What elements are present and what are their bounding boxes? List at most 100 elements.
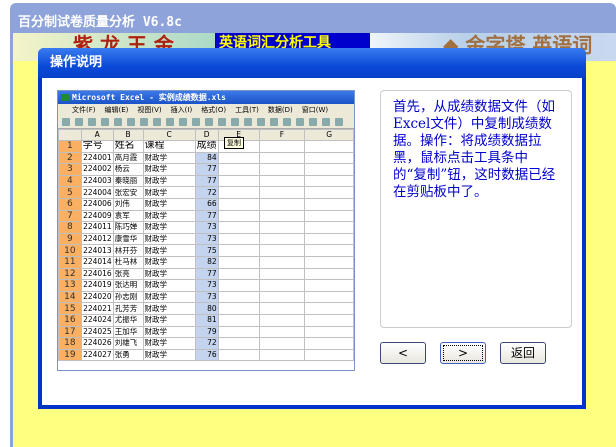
cell: 224009	[80, 209, 114, 223]
cell	[258, 186, 306, 199]
cell	[258, 325, 306, 339]
row-header: 18	[58, 337, 82, 350]
cell	[217, 151, 260, 165]
cell: 财政学	[142, 267, 196, 281]
column-header-row: ABCDEFG	[58, 129, 354, 141]
cell	[217, 337, 260, 350]
excel-title: Microsoft Excel - 实例成绩数据.xls	[58, 91, 354, 104]
cell	[304, 279, 354, 292]
table-row: 14 224020 孙志刚 财政学 73	[58, 290, 354, 304]
toolbar-icon	[166, 118, 174, 126]
cell: 张亮	[112, 267, 144, 281]
toolbar-icon	[257, 118, 265, 126]
cell: 224001	[80, 151, 114, 165]
cell: 财政学	[142, 232, 196, 246]
cell	[258, 232, 306, 246]
cell: 73	[194, 290, 219, 304]
row-header: 11	[58, 255, 82, 269]
cell: 224027	[80, 348, 114, 362]
cell	[217, 267, 260, 281]
cell	[304, 163, 354, 176]
cell: 81	[194, 313, 219, 327]
instructions-dialog: 操作说明 Microsoft Excel - 实例成绩数据.xls 文件(F) 编…	[38, 48, 586, 409]
cell	[217, 186, 260, 199]
cell	[217, 244, 260, 257]
cell	[304, 325, 354, 339]
excel-menu-item: 视图(V)	[137, 106, 162, 114]
toolbar-icon	[140, 118, 148, 126]
row-header: 4	[58, 174, 82, 188]
cell: 75	[194, 244, 219, 257]
cell: 224019	[80, 279, 114, 292]
cell	[304, 174, 354, 188]
toolbar-icon	[283, 118, 291, 126]
table-row: 11 224014 杜马林 财政学 82	[58, 255, 354, 269]
excel-menu-item: 窗口(W)	[301, 106, 329, 114]
cell	[217, 290, 260, 304]
toolbar-icon	[205, 118, 213, 126]
cell: 72	[194, 186, 219, 199]
window-title: 百分制试卷质量分析 V6.8c	[18, 15, 182, 30]
cell	[258, 174, 306, 188]
cell	[258, 313, 306, 327]
cell: 财政学	[142, 151, 196, 165]
cell: 73	[194, 221, 219, 234]
row-header: 12	[58, 267, 82, 281]
cell: 224016	[80, 267, 114, 281]
cell: 224024	[80, 313, 114, 327]
row-header: 6	[58, 197, 82, 211]
header-cell: 课程	[142, 140, 196, 153]
cell	[258, 244, 306, 257]
cell: 224004	[80, 186, 114, 199]
excel-menu-item: 数据(D)	[267, 106, 293, 114]
cell: 孔芳芳	[112, 302, 144, 315]
cell	[258, 255, 306, 269]
cell	[258, 221, 306, 234]
cell: 224002	[80, 163, 114, 176]
next-button[interactable]: >	[440, 342, 486, 364]
cell: 224012	[80, 232, 114, 246]
column-header: B	[112, 129, 144, 141]
cell: 陈巧婵	[112, 221, 144, 234]
row-header: 9	[58, 232, 82, 246]
cell: 尤振华	[112, 313, 144, 327]
cell: 224026	[80, 337, 114, 350]
column-header: D	[194, 129, 219, 141]
table-row: 12 224016 张亮 财政学 77	[58, 267, 354, 281]
toolbar-icon	[114, 118, 122, 126]
row-header: 15	[58, 302, 82, 315]
prev-button[interactable]: <	[380, 342, 426, 364]
cell: 财政学	[142, 209, 196, 223]
excel-menu-item: 编辑(E)	[104, 106, 129, 114]
toolbar-icon	[309, 118, 317, 126]
cell	[217, 174, 260, 188]
header-cell: 学号	[80, 140, 114, 153]
row-header: 8	[58, 221, 82, 234]
cell: 刘雄飞	[112, 337, 144, 350]
toolbar-icon	[322, 118, 330, 126]
cell	[258, 140, 306, 153]
header-cell: 姓名	[112, 140, 144, 153]
table-row: 19 224027 张勇 财政学 76	[58, 348, 354, 362]
cell: 224014	[80, 255, 114, 269]
toolbar-icon	[179, 118, 187, 126]
cell	[304, 337, 354, 350]
cell: 康雪华	[112, 232, 144, 246]
row-header: 13	[58, 279, 82, 292]
cell: 224020	[80, 290, 114, 304]
cell: 高月霞	[112, 151, 144, 165]
excel-menu-item: 工具(T)	[235, 106, 259, 114]
cell: 林开芬	[112, 244, 144, 257]
cell: 77	[194, 209, 219, 223]
cell	[304, 290, 354, 304]
toolbar-icon	[153, 118, 161, 126]
cell	[304, 255, 354, 269]
cell: 84	[194, 151, 219, 165]
cell: 66	[194, 197, 219, 211]
cell: 财政学	[142, 174, 196, 188]
cell: 77	[194, 267, 219, 281]
row-header: 1	[58, 140, 82, 153]
back-button[interactable]: 返回	[500, 342, 546, 364]
table-row: 10 224013 林开芬 财政学 75	[58, 244, 354, 257]
row-header: 10	[58, 244, 82, 257]
